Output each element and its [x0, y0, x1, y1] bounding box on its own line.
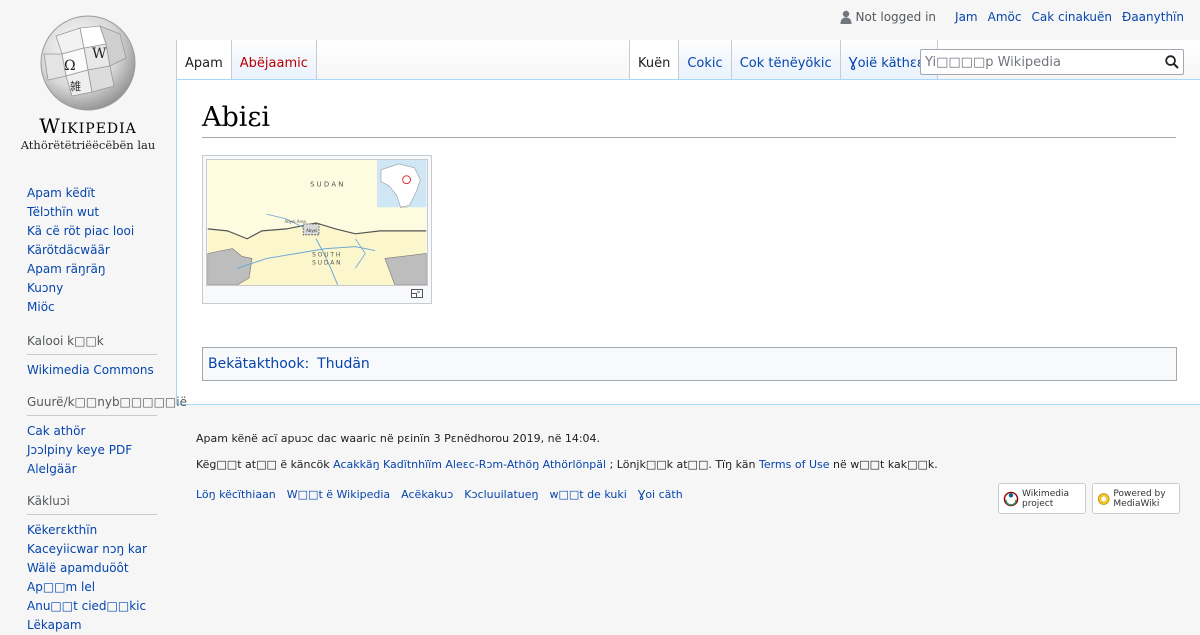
sidebar-item-donate[interactable]: Miöc: [27, 298, 157, 317]
tab-edit[interactable]: Cokic: [679, 40, 732, 80]
sidebar-heading-other-projects: Kalooi k□□k: [27, 331, 157, 355]
sidebar-other-projects: Kalooi k□□k Wikimedia Commons: [27, 331, 157, 380]
sidebar-item-contents[interactable]: Tëlɔthïn wut: [27, 203, 157, 222]
tab-edit-source[interactable]: Cok tënëyökic: [731, 40, 841, 80]
sidebar-print: Guurë/k□□nyb□□□□□ië Cak athör Jɔɔlpiny k…: [27, 392, 187, 479]
view-tabs: Kuën Cokic Cok tënëyökic Ɣoië käthɛɛr: [629, 40, 939, 80]
map-label-sudan-south: S U D A N: [312, 260, 341, 266]
category-separator: :: [304, 356, 310, 372]
magnify-icon[interactable]: [411, 289, 423, 298]
sidebar-item-wikimedia-commons[interactable]: Wikimedia Commons: [27, 361, 157, 380]
sidebar-item-permanent-link[interactable]: Ap□□m lel: [27, 578, 157, 597]
sidebar-item-related-changes[interactable]: Kaceyiicwar nɔŋ kar: [27, 540, 157, 559]
search-box: [920, 49, 1184, 75]
user-icon: [840, 10, 852, 24]
wikimedia-project-badge[interactable]: Wikimedia project: [998, 483, 1086, 514]
wikipedia-logo[interactable]: Ω W 雑 Wikipedia Athörëtëtriëëcëbën lau: [0, 0, 176, 160]
mediawiki-icon: [1097, 492, 1110, 505]
wikimedia-badge-text: Wikimedia project: [1022, 488, 1069, 509]
globe-glyph: Ω: [64, 58, 76, 74]
sidebar-item-help[interactable]: Kuɔny: [27, 279, 157, 298]
sidebar-item-page-information[interactable]: Anu□□t cied□□kic: [27, 597, 157, 616]
categories-label-link[interactable]: Bekätakthook: [208, 356, 304, 372]
license-info: Këg□□t at□□ ë käncök Acakkäŋ Kadïtnhïïm …: [196, 458, 938, 471]
footer-mobile-view-link[interactable]: Ɣoi cäth: [638, 488, 683, 501]
puzzle-globe-icon: Ω W 雑: [40, 15, 136, 111]
sidebar: Apam këdït Tëlɔthïn wut Kä cë röt piac l…: [0, 180, 187, 635]
sidebar-item-current-events[interactable]: Kä cë röt piac looi: [27, 222, 157, 241]
footer-places: Löŋ këcïthiaan W□□t ë Wikipedia Acëkakuɔ…: [196, 488, 683, 501]
category-link[interactable]: Thudän: [317, 356, 370, 372]
talk-link[interactable]: Jam: [955, 10, 978, 24]
tab-read[interactable]: Kuën: [630, 40, 680, 80]
last-modified: Apam kënë acï apuɔc dac waaric në pɛinïn…: [196, 432, 601, 445]
svg-text:- - -: - - -: [401, 205, 408, 210]
sidebar-tools: Käkluɔi Këkerɛkthïn Kaceyiicwar nɔŋ kar …: [27, 491, 157, 635]
sidebar-item-wikidata[interactable]: Lëkapam: [27, 616, 157, 635]
page-title: Abiɛi: [202, 102, 1176, 138]
category-links: Bekätakthook: Thudän: [202, 347, 1177, 381]
footer-privacy-link[interactable]: Löŋ këcïthiaan: [196, 488, 276, 501]
sidebar-heading-tools: Käkluɔi: [27, 491, 157, 515]
sidebar-navigation: Apam këdït Tëlɔthïn wut Kä cë röt piac l…: [27, 184, 157, 317]
contributions-link[interactable]: Amöc: [988, 10, 1022, 24]
wordmark: Wikipedia: [39, 114, 137, 138]
map-label-abyei-area: Abyei Area: [285, 219, 307, 224]
footer-developers-link[interactable]: Kɔcluuilatueŋ: [464, 488, 538, 501]
log-in-link[interactable]: Ɖaanythïn: [1122, 10, 1184, 24]
sidebar-item-what-links-here[interactable]: Këkerɛkthïn: [27, 521, 157, 540]
tagline: Athörëtëtriëëcëbën lau: [20, 138, 156, 152]
sidebar-item-recent-changes[interactable]: Apam räŋräŋ: [27, 260, 157, 279]
search-input[interactable]: [921, 50, 1157, 74]
sidebar-item-create-book[interactable]: Cak athör: [27, 422, 157, 441]
map-label-sudan: S U D A N: [310, 181, 343, 189]
footer-disclaimers-link[interactable]: Acëkakuɔ: [401, 488, 453, 501]
sidebar-heading-print: Guurë/k□□nyb□□□□□ië: [27, 392, 187, 416]
map-label-south: S O U T H: [312, 252, 340, 258]
footer-cookie-link[interactable]: w□□t de kuki: [549, 488, 626, 501]
personal-tools: Not logged in Jam Amöc Cak cinakuën Ɖaan…: [840, 10, 1184, 24]
wikimedia-icon: [1003, 491, 1019, 506]
globe-glyph: 雑: [70, 79, 81, 93]
namespace-tabs: Apam Abëjaamic: [176, 40, 317, 80]
search-icon[interactable]: [1165, 55, 1179, 69]
sidebar-item-random-article[interactable]: Kärötdäcwäär: [27, 241, 157, 260]
globe-glyph: W: [92, 46, 107, 62]
tab-talk[interactable]: Abëjaamic: [231, 40, 317, 80]
tab-article[interactable]: Apam: [177, 40, 232, 80]
sidebar-item-printable[interactable]: Alelgäär: [27, 460, 157, 479]
sidebar-item-download-pdf[interactable]: Jɔɔlpiny keye PDF: [27, 441, 157, 460]
content-area: Abiɛi S U D A N Abyei Area Abyei S O U T…: [176, 79, 1200, 405]
map-thumbnail[interactable]: S U D A N Abyei Area Abyei S O U T H S U…: [202, 155, 432, 304]
location-map[interactable]: S U D A N Abyei Area Abyei S O U T H S U…: [206, 159, 428, 286]
mediawiki-badge-text: Powered by MediaWiki: [1113, 488, 1166, 509]
create-account-link[interactable]: Cak cinakuën: [1031, 10, 1112, 24]
footer-about-link[interactable]: W□□t ë Wikipedia: [287, 488, 390, 501]
sidebar-item-main-page[interactable]: Apam këdït: [27, 184, 157, 203]
sidebar-item-special-pages[interactable]: Wälë apamduöôt: [27, 559, 157, 578]
not-logged-in-text: Not logged in: [855, 10, 937, 24]
map-label-abyei: Abyei: [306, 228, 317, 233]
powered-by-mediawiki-badge[interactable]: Powered by MediaWiki: [1092, 483, 1180, 514]
license-link[interactable]: Acakkäŋ Kadïtnhïïm Aleɛc-Rɔm-Athöŋ Athör…: [333, 458, 606, 471]
terms-link[interactable]: Terms of Use: [759, 458, 830, 471]
